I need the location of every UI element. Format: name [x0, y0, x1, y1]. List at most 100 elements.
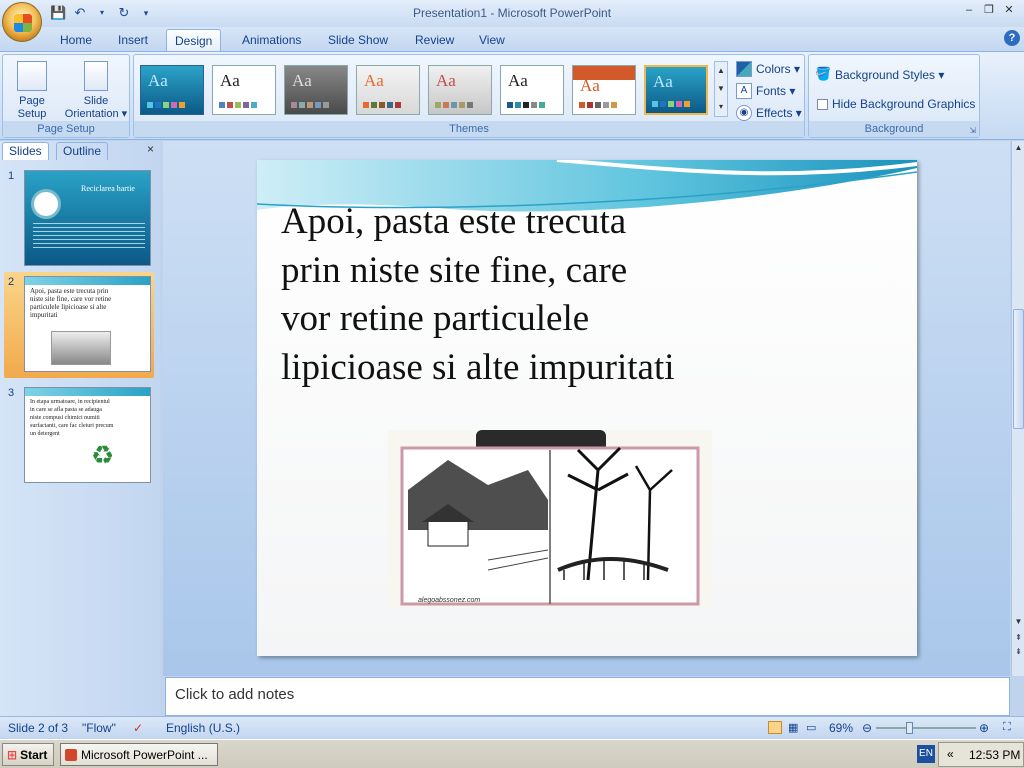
office-logo-icon [14, 14, 32, 32]
next-slide-icon[interactable]: ⇟ [1013, 645, 1024, 658]
window-controls: – ❐ ✕ [962, 3, 1016, 17]
slide-2-picture [51, 331, 111, 365]
slide-number: 2 [8, 276, 15, 288]
slide-1-preview: Reciclarea hartie [24, 170, 151, 266]
fit-to-window-icon[interactable]: ⛶ [1003, 721, 1011, 734]
help-icon[interactable]: ? [1004, 30, 1020, 46]
page-setup-button[interactable]: Page Setup [9, 61, 55, 121]
scroll-up-icon[interactable]: ▲ [1013, 141, 1024, 154]
theme-thumbnail-1[interactable]: Aa [140, 65, 204, 115]
close-icon[interactable]: ✕ [1002, 3, 1016, 17]
status-bar: Slide 2 of 3 "Flow" ✓ English (U.S.) ▦ ▭… [0, 716, 1024, 738]
office-button[interactable] [2, 2, 42, 42]
slide-2-wave [25, 277, 150, 285]
slide-3-text: In etapa urmatoare, in recipientul in ca… [30, 399, 114, 437]
background-group-label: Background [809, 121, 979, 137]
taskbar: ⊞ Start Microsoft PowerPoint ... EN « 12:… [0, 739, 1024, 768]
ribbon-tab-row: Home Insert Design Animations Slide Show… [0, 27, 1024, 51]
hide-background-checkbox[interactable] [817, 98, 828, 110]
zoom-track [876, 727, 976, 729]
slide-sorter-icon[interactable]: ▦ [788, 721, 798, 734]
start-button[interactable]: ⊞ Start [2, 743, 54, 766]
effects-icon: ◉ [736, 105, 752, 121]
dialog-launcher-icon[interactable]: ⇲ [969, 126, 976, 135]
theme-thumbnail-flow-selected[interactable]: Aa [644, 65, 708, 115]
zoom-level[interactable]: 69% [829, 721, 853, 735]
scrollbar-thumb[interactable] [1013, 309, 1024, 429]
fonts-button[interactable]: A Fonts ▾ [736, 83, 795, 99]
hide-background-graphics[interactable]: Hide Background Graphics [817, 97, 975, 111]
tray-expand-icon[interactable]: « [947, 747, 954, 761]
effects-button[interactable]: ◉ Effects ▾ [736, 105, 802, 121]
tab-animations[interactable]: Animations [234, 29, 309, 51]
theme-thumbnail-2[interactable]: Aa [212, 65, 276, 115]
effects-label: Effects ▾ [756, 106, 802, 120]
restore-icon[interactable]: ❐ [982, 3, 996, 17]
language-status[interactable]: English (U.S.) [166, 721, 240, 735]
tab-slide-show[interactable]: Slide Show [320, 29, 396, 51]
previous-slide-icon[interactable]: ⇞ [1013, 631, 1024, 644]
zoom-out-icon[interactable]: ⊖ [862, 721, 872, 735]
slide-canvas[interactable]: Apoi, pasta este trecuta prin niste site… [257, 160, 917, 656]
slide-position: Slide 2 of 3 [8, 721, 69, 735]
slide-thumbnail-1[interactable]: 1 Reciclarea hartie [4, 166, 154, 272]
scroll-down-icon[interactable]: ▼ [1013, 615, 1024, 628]
page-setup-icon [17, 61, 47, 91]
spell-check-icon[interactable]: ✓ [133, 721, 143, 735]
slide-orientation-label: Slide Orientation ▾ [64, 95, 128, 120]
window-title: Presentation1 - Microsoft PowerPoint [412, 6, 612, 20]
slide-body-text[interactable]: Apoi, pasta este trecuta prin niste site… [281, 198, 781, 392]
vertical-scrollbar[interactable]: ▲ ▼ ⇞ ⇟ [1011, 141, 1024, 676]
slide-number: 3 [8, 387, 15, 399]
notes-pane[interactable]: Click to add notes [165, 677, 1010, 716]
clock[interactable]: 12:53 PM [969, 748, 1020, 762]
tab-insert[interactable]: Insert [110, 29, 156, 51]
sketchbook-drawing [388, 430, 712, 608]
tab-design[interactable]: Design [166, 29, 222, 51]
panel-tabs: Slides Outline × [0, 142, 160, 160]
zoom-slider[interactable] [876, 722, 976, 734]
notes-placeholder[interactable]: Click to add notes [175, 686, 294, 703]
page-setup-label: Page Setup [17, 95, 47, 120]
background-group: 🪣 Background Styles ▾ Hide Background Gra… [808, 54, 980, 138]
taskbar-powerpoint[interactable]: Microsoft PowerPoint ... [60, 743, 218, 766]
normal-view-icon[interactable] [768, 721, 782, 734]
powerpoint-icon [65, 748, 77, 761]
slide-3-wave [25, 388, 150, 396]
tab-review[interactable]: Review [407, 29, 462, 51]
windows-logo-icon: ⊞ [7, 747, 18, 762]
colors-button[interactable]: Colors ▾ [736, 61, 800, 77]
slide-number: 1 [8, 170, 15, 182]
start-label: Start [20, 747, 48, 762]
background-styles-button[interactable]: 🪣 Background Styles ▾ [815, 67, 944, 83]
sketchbook-picture[interactable]: alegoabssonez.com [388, 430, 712, 608]
minimize-icon[interactable]: – [962, 3, 976, 17]
slide-show-icon[interactable]: ▭ [806, 721, 816, 734]
theme-thumbnail-3[interactable]: Aa [284, 65, 348, 115]
zoom-thumb[interactable] [906, 722, 913, 734]
zoom-in-icon[interactable]: ⊕ [979, 721, 989, 735]
theme-thumbnail-6[interactable]: Aa [500, 65, 564, 115]
theme-thumbnail-4[interactable]: Aa [356, 65, 420, 115]
paint-bucket-icon: 🪣 [815, 66, 832, 81]
tab-slides[interactable]: Slides [2, 142, 49, 160]
fonts-icon: A [736, 83, 752, 99]
ribbon: Page Setup Slide Orientation ▾ Page Setu… [0, 51, 1024, 140]
language-indicator[interactable]: EN [917, 745, 935, 763]
tab-outline[interactable]: Outline [56, 142, 109, 160]
theme-name: "Flow" [82, 721, 116, 735]
slide-1-body-lines [33, 223, 145, 251]
theme-thumbnail-7[interactable]: Aa [572, 65, 636, 115]
tab-view[interactable]: View [471, 29, 513, 51]
themes-gallery-scroll[interactable]: ▲ ▼ ▾ [714, 61, 728, 117]
slide-orientation-button[interactable]: Slide Orientation ▾ [63, 61, 129, 121]
slide-thumbnail-2[interactable]: 2 Apoi, pasta este trecuta prin niste si… [4, 272, 154, 378]
theme-thumbnail-5[interactable]: Aa [428, 65, 492, 115]
panel-close-icon[interactable]: × [147, 142, 154, 156]
system-tray: « 12:53 PM [938, 742, 1024, 767]
picture-caption: alegoabssonez.com [418, 597, 481, 604]
slide-thumbnail-3[interactable]: 3 In etapa urmatoare, in recipientul in … [4, 383, 154, 489]
tab-home[interactable]: Home [52, 29, 100, 51]
taskbar-powerpoint-label: Microsoft PowerPoint ... [81, 747, 208, 762]
recycle-icon: ♻ [91, 440, 115, 470]
